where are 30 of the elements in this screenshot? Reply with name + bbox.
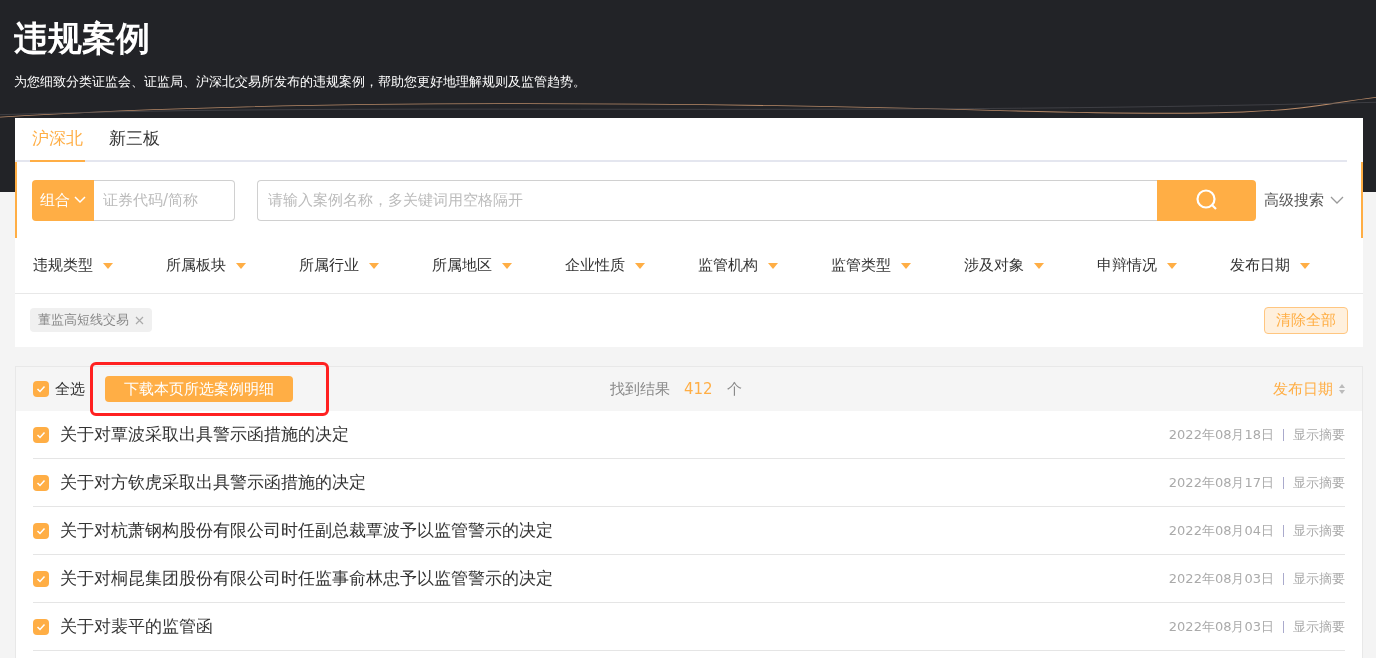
filter-dropdown[interactable]: 发布日期 <box>1230 254 1363 277</box>
stock-code-field[interactable]: 证券代码/简称 <box>94 179 235 221</box>
case-title-link[interactable]: 关于对覃波采取出具警示函措施的决定 <box>60 421 349 448</box>
case-date: 2022年08月17日 <box>1168 473 1274 492</box>
filter-dropdown[interactable]: 涉及对象 <box>964 254 1097 277</box>
page-subtitle: 为您细致分类证监会、证监局、沪深北交易所发布的违规案例，帮助您更好地理解规则及监管趋势。 <box>14 73 586 91</box>
filter-dropdown[interactable]: 监管机构 <box>698 254 831 277</box>
results-label: 找到结果 <box>610 378 670 400</box>
case-title-link[interactable]: 关于对方钦虎采取出具警示函措施的决定 <box>60 469 366 496</box>
case-title-link[interactable]: 关于对桐昆集团股份有限公司时任监事俞林忠予以监管警示的决定 <box>60 565 553 592</box>
results-count: 412 <box>684 378 713 400</box>
filter-dropdown[interactable]: 企业性质 <box>565 254 698 277</box>
select-all-label[interactable]: 全选 <box>55 377 85 401</box>
advanced-search-toggle[interactable]: 高级搜索 <box>1264 188 1344 212</box>
filter-dropdown[interactable]: 监管类型 <box>831 254 964 277</box>
case-title-link[interactable]: 关于对裴平的监管函 <box>60 613 213 640</box>
case-date: 2022年08月03日 <box>1168 617 1274 636</box>
case-date: 2022年08月04日 <box>1168 521 1274 540</box>
case-date: 2022年08月18日 <box>1168 425 1274 444</box>
filter-dropdown[interactable]: 所属地区 <box>432 254 565 277</box>
filter-dropdown[interactable]: 违规类型 <box>33 254 166 277</box>
case-date: 2022年08月03日 <box>1168 569 1274 588</box>
filter-dropdown[interactable]: 所属板块 <box>166 254 299 277</box>
case-title-link[interactable]: 关于对杭萧钢构股份有限公司时任副总裁覃波予以监管警示的决定 <box>60 517 553 544</box>
filter-dropdown[interactable]: 申辩情况 <box>1097 254 1230 277</box>
filter-dropdown[interactable]: 所属行业 <box>299 254 432 277</box>
results-unit: 个 <box>726 378 742 400</box>
page-title: 违规案例 <box>14 17 151 60</box>
tab[interactable]: 新三板 <box>107 118 162 162</box>
keyword-search-field[interactable]: 请输入案例名称，多关键词用空格隔开 <box>257 179 1157 221</box>
